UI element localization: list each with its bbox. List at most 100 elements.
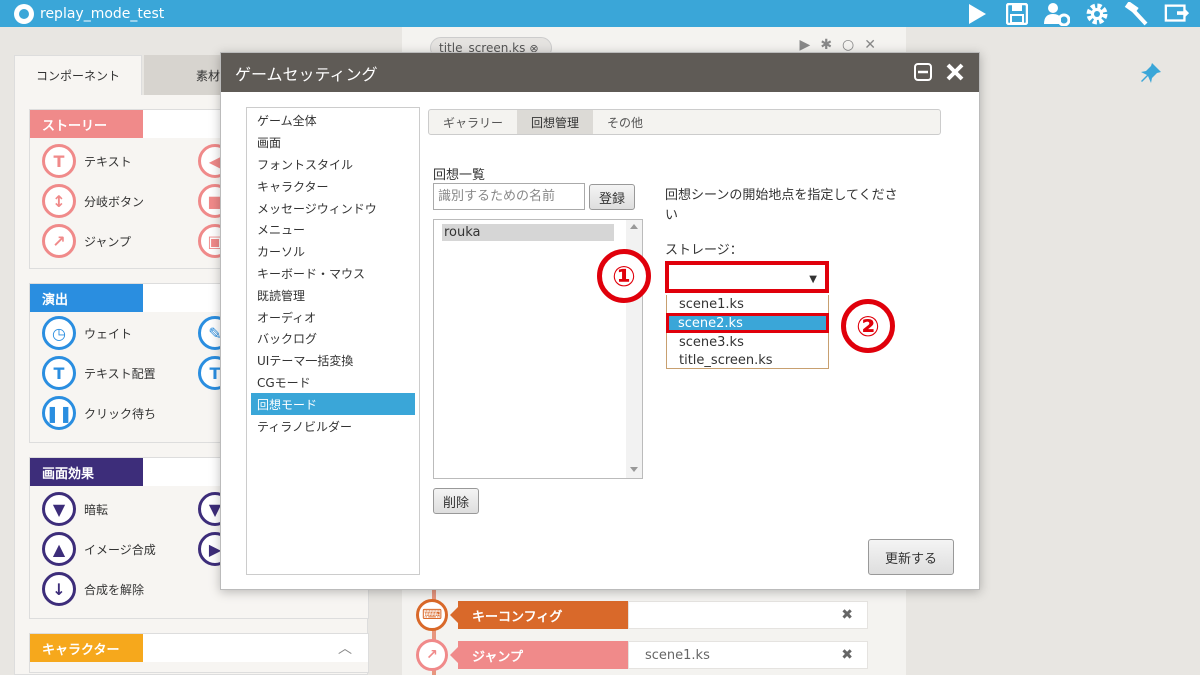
- register-button[interactable]: 登録: [589, 184, 635, 210]
- jump-icon: ↗: [416, 639, 448, 671]
- dropdown-arrow-icon: ▼: [809, 274, 817, 285]
- replay-list-item[interactable]: rouka: [442, 224, 614, 241]
- menu-item[interactable]: メッセージウィンドウ: [247, 197, 419, 219]
- dialog-header: ゲームセッティング: [221, 53, 979, 92]
- menu-item[interactable]: ティラノビルダー: [247, 415, 419, 437]
- top-bar: replay_mode_test: [0, 0, 1200, 27]
- timeline-param: ✖: [628, 601, 868, 629]
- replay-list-label: 回想一覧: [433, 168, 486, 183]
- menu-item[interactable]: カーソル: [247, 241, 419, 263]
- delete-button[interactable]: 削除: [433, 488, 479, 514]
- menu-item[interactable]: オーディオ: [247, 306, 419, 328]
- jump-icon: ↗: [42, 224, 76, 258]
- hammer-icon[interactable]: [1124, 1, 1150, 27]
- editor-tools: ▶ ✱ ○ ✕: [800, 37, 876, 53]
- clock-icon: ◷: [42, 316, 76, 350]
- minimize-icon[interactable]: [913, 62, 933, 82]
- timeline-param-value: scene1.ks: [645, 647, 710, 663]
- scroll-up-icon[interactable]: [630, 224, 638, 229]
- section-character: キャラクター ︿: [29, 633, 369, 673]
- menu-item[interactable]: CGモード: [247, 372, 419, 394]
- step-marker-1: ①: [597, 249, 651, 303]
- storage-option[interactable]: scene1.ks: [667, 295, 828, 313]
- close-icon[interactable]: [945, 62, 965, 82]
- bug-icon[interactable]: ✱: [820, 37, 832, 53]
- menu-item-replay-mode[interactable]: 回想モード: [251, 393, 415, 416]
- step-marker-2: ②: [841, 299, 895, 353]
- toolbar: [964, 0, 1190, 27]
- component-label: ウェイト: [84, 326, 133, 341]
- pause-icon: ❚❚: [42, 396, 76, 430]
- component-click-wait[interactable]: ❚❚ クリック待ち: [42, 396, 156, 430]
- component-image-compose[interactable]: ▲ イメージ合成: [42, 532, 156, 566]
- menu-item[interactable]: 既読管理: [247, 284, 419, 306]
- component-label: イメージ合成: [84, 542, 156, 557]
- section-screen-effects-label: 画面効果: [30, 458, 143, 486]
- image-compose-icon: ▲: [42, 532, 76, 566]
- export-icon[interactable]: [1164, 1, 1190, 27]
- storage-dropdown: scene1.ks scene2.ks scene3.ks title_scre…: [666, 295, 829, 369]
- timeline-param: scene1.ks ✖: [628, 641, 868, 669]
- menu-item[interactable]: メニュー: [247, 219, 419, 241]
- storage-option[interactable]: title_screen.ks: [667, 351, 828, 369]
- component-label: テキスト配置: [84, 366, 156, 381]
- compose-release-icon: ↓: [42, 572, 76, 606]
- tab-gallery[interactable]: ギャラリー: [429, 110, 517, 134]
- app-logo-icon: [14, 3, 34, 24]
- component-jump[interactable]: ↗ ジャンプ: [42, 224, 131, 258]
- component-text-position[interactable]: T テキスト配置: [42, 356, 156, 390]
- tab-replay-management[interactable]: 回想管理: [517, 110, 594, 134]
- menu-item[interactable]: 画面: [247, 132, 419, 154]
- replay-name-input[interactable]: [433, 183, 585, 210]
- component-label: テキスト: [84, 154, 132, 169]
- app-title: replay_mode_test: [40, 5, 165, 22]
- storage-label: ストレージ：: [665, 243, 743, 258]
- menu-item[interactable]: キーボード・マウス: [247, 263, 419, 285]
- component-wait[interactable]: ◷ ウェイト: [42, 316, 132, 350]
- section-effects-label: 演出: [30, 284, 143, 312]
- component-text[interactable]: T テキスト: [42, 144, 132, 178]
- component-compose-release[interactable]: ↓ 合成を解除: [42, 572, 144, 606]
- tab-components[interactable]: コンポーネント: [14, 55, 142, 95]
- search-icon[interactable]: ○: [842, 37, 854, 53]
- update-button[interactable]: 更新する: [868, 539, 954, 575]
- storage-select[interactable]: ▼: [665, 261, 829, 293]
- delete-icon[interactable]: ✖: [841, 607, 853, 623]
- pin-icon[interactable]: [1140, 62, 1162, 84]
- tab-other[interactable]: その他: [593, 110, 657, 134]
- keyboard-icon: ⌨: [416, 599, 448, 631]
- component-label: 合成を解除: [84, 582, 145, 597]
- dialog-title: ゲームセッティング: [235, 64, 378, 84]
- play-icon[interactable]: [964, 1, 990, 27]
- gear-icon[interactable]: [1084, 1, 1110, 27]
- chevron-up-icon[interactable]: ︿: [338, 638, 352, 658]
- timeline-row[interactable]: ↗ ジャンプ scene1.ks ✖: [416, 639, 868, 671]
- save-icon[interactable]: [1004, 1, 1030, 27]
- component-label: 分岐ボタン: [84, 194, 145, 209]
- timeline-row[interactable]: ⌨ キーコンフィグ ✖: [416, 599, 868, 631]
- branch-icon: ↕: [42, 184, 76, 218]
- scroll-down-icon[interactable]: [630, 467, 638, 472]
- menu-item[interactable]: フォントスタイル: [247, 154, 419, 176]
- component-branch-button[interactable]: ↕ 分岐ボタン: [42, 184, 144, 218]
- component-label: 暗転: [84, 502, 109, 517]
- sub-tabs: ギャラリー 回想管理 その他: [428, 109, 941, 135]
- timeline-label: キーコンフィグ: [450, 601, 628, 629]
- menu-item[interactable]: UIテーマ一括変換: [247, 350, 419, 372]
- play-icon[interactable]: ▶: [800, 37, 811, 53]
- settings-menu: ゲーム全体 画面 フォントスタイル キャラクター メッセージウィンドウ メニュー…: [246, 107, 420, 575]
- storage-option-highlighted[interactable]: scene2.ks: [666, 313, 829, 333]
- menu-item[interactable]: キャラクター: [247, 175, 419, 197]
- component-blackout[interactable]: ▼ 暗転: [42, 492, 108, 526]
- section-story-label: ストーリー: [30, 110, 143, 138]
- component-label: クリック待ち: [84, 406, 157, 421]
- close-icon[interactable]: ✕: [864, 37, 876, 53]
- storage-option[interactable]: scene3.ks: [667, 333, 828, 351]
- delete-icon[interactable]: ✖: [841, 647, 853, 663]
- menu-item[interactable]: ゲーム全体: [247, 110, 419, 132]
- text-icon: T: [42, 144, 76, 178]
- game-settings-dialog: ゲームセッティング ゲーム全体 画面 フォントスタイル キャラクター メッセージ…: [220, 52, 980, 590]
- users-gear-icon[interactable]: [1044, 1, 1070, 27]
- text-position-icon: T: [42, 356, 76, 390]
- menu-item[interactable]: バックログ: [247, 328, 419, 350]
